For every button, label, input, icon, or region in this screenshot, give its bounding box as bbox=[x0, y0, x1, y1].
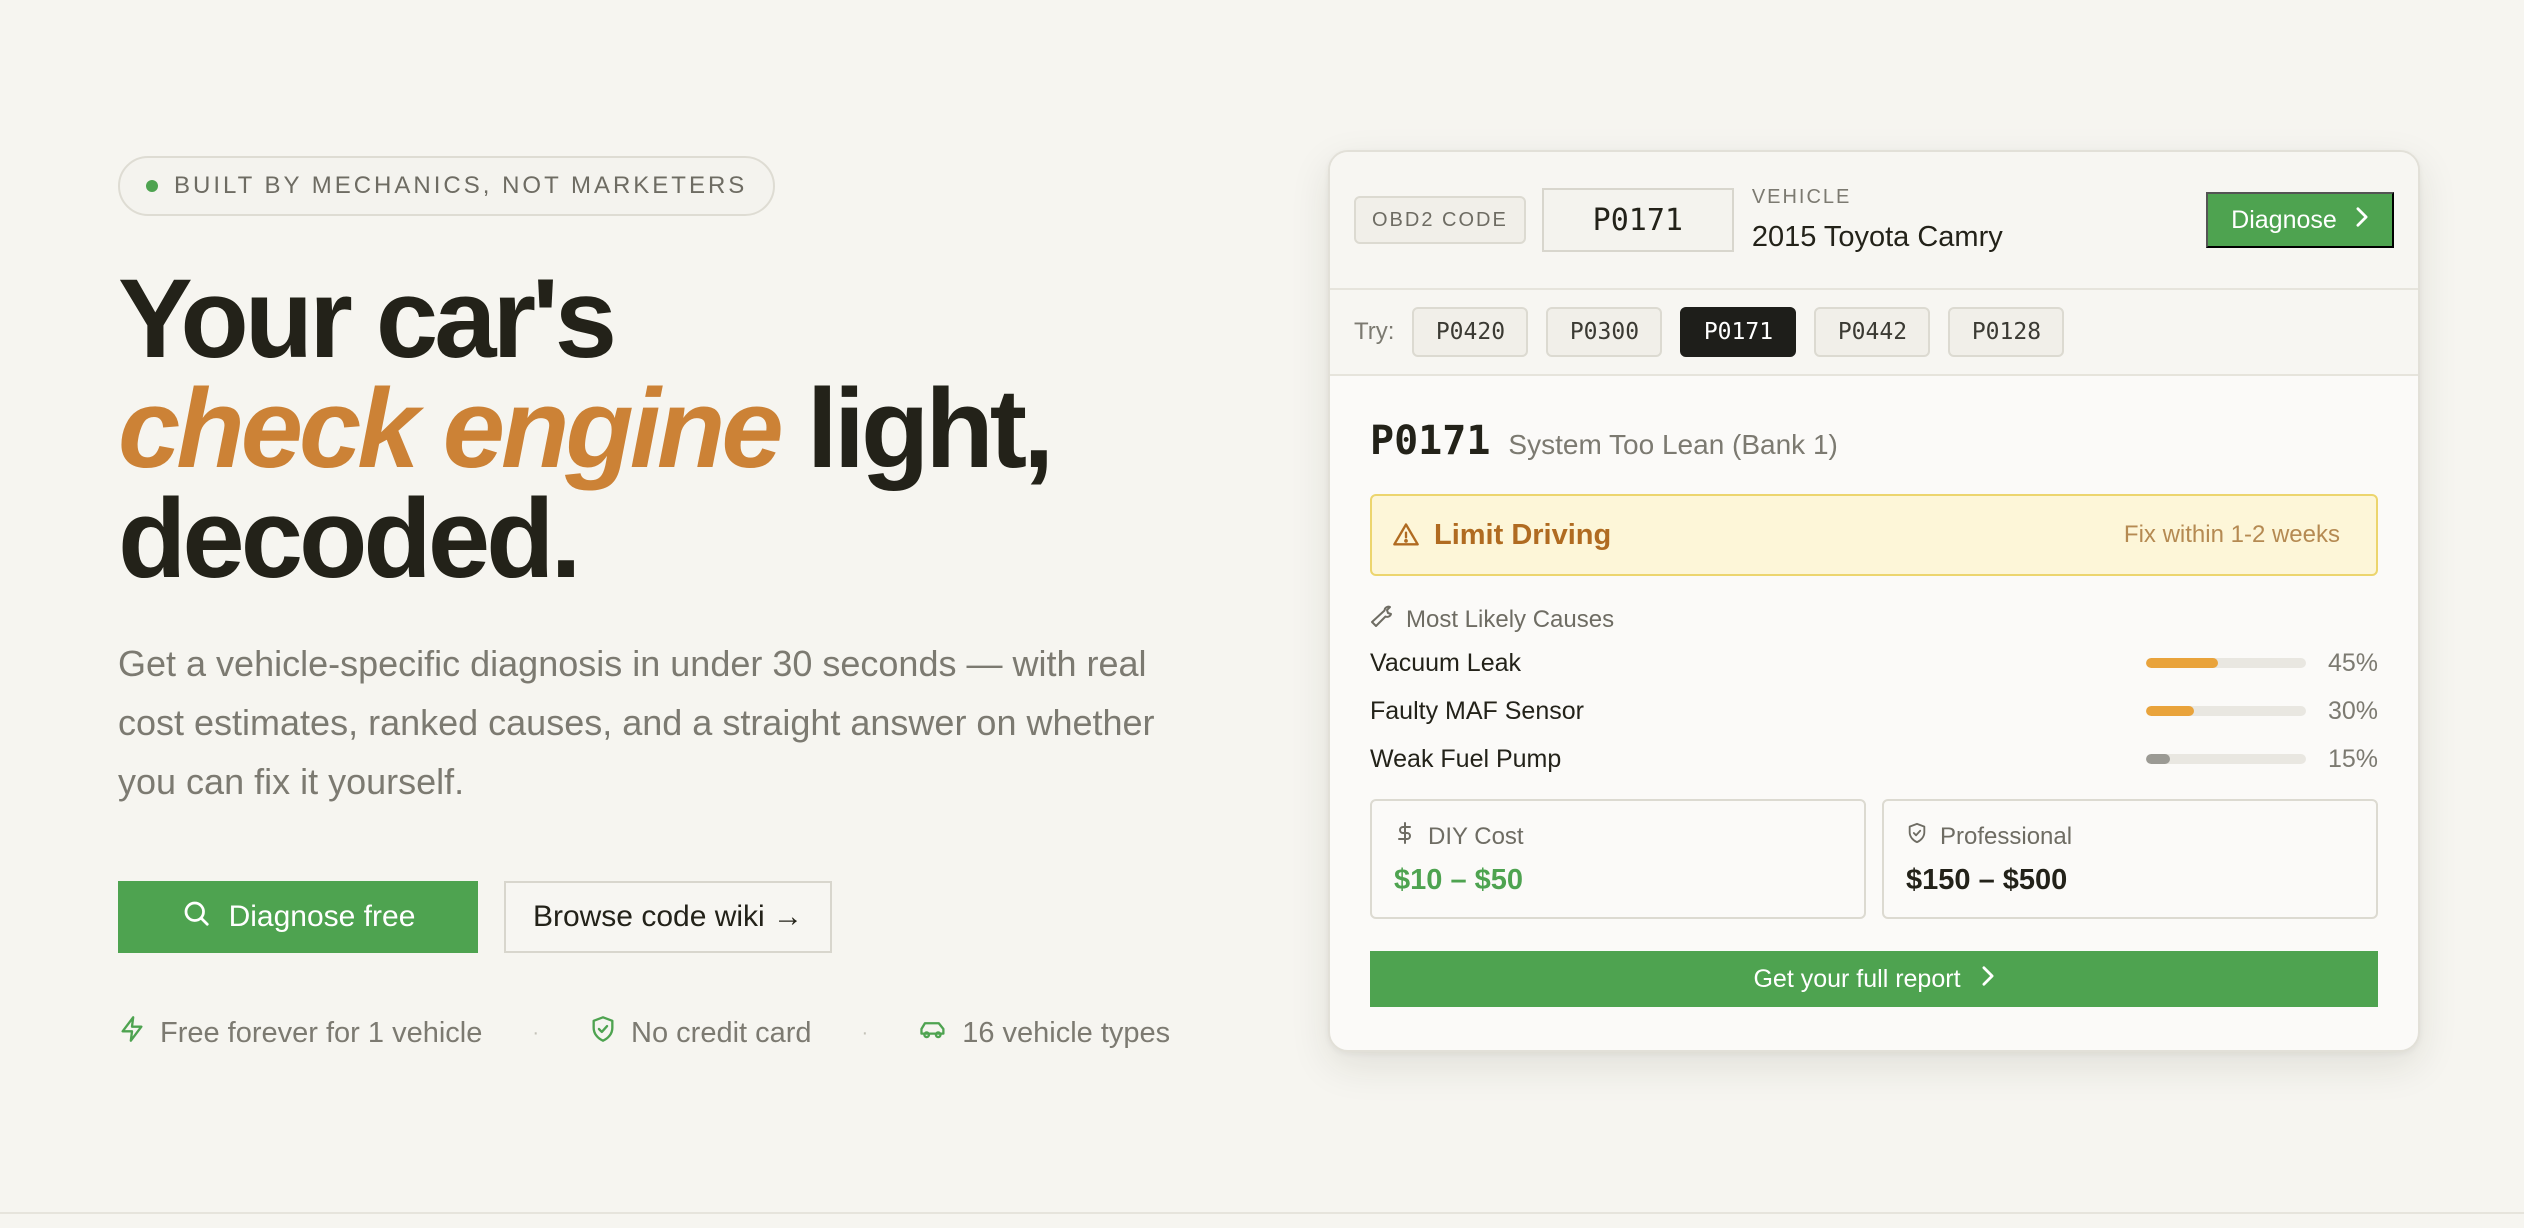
diagnose-free-label: Diagnose free bbox=[228, 900, 416, 933]
obd2-code-label: OBD2 CODE bbox=[1354, 196, 1526, 244]
cause-probability-bar bbox=[2146, 754, 2306, 764]
severity-label: Limit Driving bbox=[1434, 518, 1612, 551]
diagnose-label: Diagnose bbox=[2231, 205, 2337, 234]
wrench-icon bbox=[1370, 604, 1394, 635]
chevron-right-icon bbox=[2355, 206, 2369, 235]
result-code: P0171 bbox=[1370, 418, 1491, 464]
browse-code-wiki-button[interactable]: Browse code wiki → bbox=[504, 881, 832, 953]
diagnose-free-button[interactable]: Diagnose free bbox=[118, 881, 478, 953]
cause-name: Vacuum Leak bbox=[1370, 648, 1522, 677]
bolt-icon bbox=[118, 1015, 146, 1051]
perk-separator: · bbox=[861, 1021, 869, 1044]
perk-separator: · bbox=[532, 1021, 540, 1044]
perk-vehicle-types: 16 vehicle types bbox=[918, 1015, 1170, 1051]
diy-cost-label-text: DIY Cost bbox=[1428, 822, 1524, 850]
severity-timeline: Fix within 1-2 weeks bbox=[2123, 521, 2340, 548]
cause-probability-bar bbox=[2146, 658, 2306, 668]
perks-row: Free forever for 1 vehicle · No credit c… bbox=[118, 1015, 1218, 1051]
result-header: P0171 System Too Lean (Bank 1) bbox=[1370, 418, 2378, 464]
cause-name: Weak Fuel Pump bbox=[1370, 744, 1562, 773]
cta-row: Diagnose free Browse code wiki → bbox=[118, 881, 1218, 953]
causes-list: Vacuum Leak 45% Faulty MAF Sensor 30% We… bbox=[1370, 639, 2378, 783]
search-icon bbox=[181, 898, 211, 936]
dot-icon bbox=[146, 180, 158, 192]
badge-pill: BUILT BY MECHANICS, NOT MARKETERS bbox=[118, 156, 776, 216]
headline-line-3: decoded. bbox=[118, 476, 582, 601]
try-label: Try: bbox=[1354, 318, 1395, 345]
obd2-code-input[interactable] bbox=[1541, 188, 1734, 252]
get-full-report-label: Get your full report bbox=[1753, 964, 1961, 993]
get-full-report-button[interactable]: Get your full report bbox=[1370, 951, 2378, 1007]
perk-free: Free forever for 1 vehicle bbox=[118, 1015, 482, 1051]
cause-probability-fill bbox=[2146, 658, 2218, 668]
diy-cost-box: DIY Cost $10 – $50 bbox=[1370, 799, 1866, 919]
chevron-right-icon bbox=[1981, 965, 1995, 994]
shield-check-icon bbox=[589, 1015, 617, 1051]
cause-probability-fill bbox=[2146, 754, 2170, 764]
perk-no-card-text: No credit card bbox=[631, 1016, 812, 1049]
warning-triangle-icon bbox=[1392, 521, 1420, 549]
vehicle-name: 2015 Toyota Camry bbox=[1751, 221, 2003, 253]
cause-row: Vacuum Leak 45% bbox=[1370, 639, 2378, 687]
badge-text: BUILT BY MECHANICS, NOT MARKETERS bbox=[174, 172, 748, 199]
hero-headline: Your car's check engine light, decoded. bbox=[118, 263, 1218, 595]
example-code-chip[interactable]: P0128 bbox=[1948, 307, 2065, 357]
cause-percentage: 15% bbox=[2327, 744, 2378, 773]
perk-no-card: No credit card bbox=[589, 1015, 812, 1051]
cause-name: Faulty MAF Sensor bbox=[1370, 696, 1584, 725]
professional-cost-box: Professional $150 – $500 bbox=[1882, 799, 2378, 919]
causes-heading-text: Most Likely Causes bbox=[1406, 605, 1615, 633]
cause-row: Faulty MAF Sensor 30% bbox=[1370, 687, 2378, 735]
example-code-chip[interactable]: P0300 bbox=[1546, 307, 1663, 357]
professional-cost-label-text: Professional bbox=[1940, 822, 2073, 850]
headline-line-1: Your car's bbox=[118, 256, 617, 381]
diagnosis-card: OBD2 CODE VEHICLE 2015 Toyota Camry Diag… bbox=[1328, 150, 2420, 1052]
professional-cost-value: $150 – $500 bbox=[1906, 864, 2068, 896]
car-icon bbox=[918, 1015, 948, 1051]
vehicle-label: VEHICLE bbox=[1751, 186, 1852, 208]
cost-estimates: DIY Cost $10 – $50 Professional $150 – $… bbox=[1370, 799, 2378, 919]
headline-line-2-rest: light, bbox=[779, 366, 1054, 491]
example-code-chip-active[interactable]: P0171 bbox=[1680, 307, 1797, 357]
cause-probability-bar bbox=[2146, 706, 2306, 716]
example-code-chip[interactable]: P0420 bbox=[1412, 307, 1529, 357]
landing-page: BUILT BY MECHANICS, NOT MARKETERS Your c… bbox=[0, 0, 2524, 1228]
cause-row: Weak Fuel Pump 15% bbox=[1370, 735, 2378, 783]
vehicle-selector[interactable]: VEHICLE 2015 Toyota Camry bbox=[1752, 186, 2003, 254]
cause-percentage: 30% bbox=[2327, 696, 2378, 725]
code-entry-bar: OBD2 CODE VEHICLE 2015 Toyota Camry Diag… bbox=[1330, 152, 2418, 290]
cause-probability-fill bbox=[2146, 706, 2194, 716]
section-divider bbox=[0, 1212, 2524, 1214]
hero-section: BUILT BY MECHANICS, NOT MARKETERS Your c… bbox=[118, 156, 1218, 1051]
perk-vehicle-types-text: 16 vehicle types bbox=[962, 1016, 1171, 1049]
cause-percentage: 45% bbox=[2327, 648, 2378, 677]
result-title: System Too Lean (Bank 1) bbox=[1508, 429, 1838, 460]
diagnosis-result: P0171 System Too Lean (Bank 1) Limit Dri… bbox=[1330, 418, 2418, 1007]
browse-code-wiki-label: Browse code wiki → bbox=[532, 900, 804, 933]
professional-cost-label: Professional bbox=[1906, 821, 2354, 852]
perk-free-text: Free forever for 1 vehicle bbox=[160, 1016, 483, 1049]
headline-accent: check engine bbox=[118, 366, 784, 491]
causes-heading: Most Likely Causes bbox=[1370, 604, 2378, 635]
hero-subcopy: Get a vehicle-specific diagnosis in unde… bbox=[118, 643, 1155, 802]
example-code-chip[interactable]: P0442 bbox=[1814, 307, 1931, 357]
dollar-icon bbox=[1394, 821, 1416, 852]
diy-cost-value: $10 – $50 bbox=[1394, 864, 1524, 896]
shield-icon bbox=[1906, 821, 1928, 852]
severity-alert: Limit Driving Fix within 1-2 weeks bbox=[1370, 494, 2378, 576]
example-codes-row: Try: P0420 P0300 P0171 P0442 P0128 bbox=[1330, 290, 2418, 376]
diy-cost-label: DIY Cost bbox=[1394, 821, 1842, 852]
diagnose-button[interactable]: Diagnose bbox=[2206, 192, 2394, 248]
